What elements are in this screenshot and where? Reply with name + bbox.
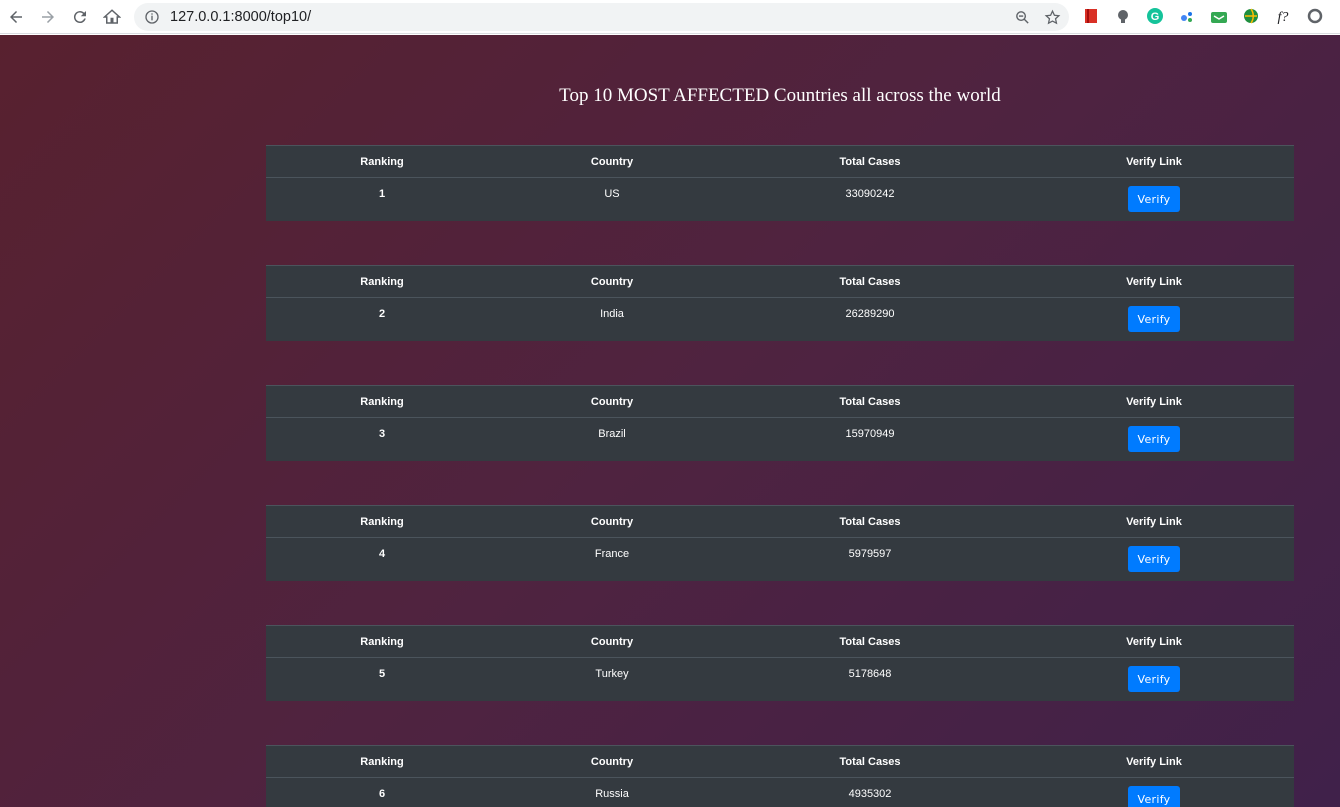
total-cases-cell: 26289290 — [845, 308, 895, 320]
arrow-left-icon — [10, 10, 22, 23]
column-header-total-cases: Total Cases — [839, 276, 901, 288]
country-cell: Turkey — [595, 668, 629, 680]
column-header-country: Country — [590, 276, 634, 288]
table-row: 1 US 33090242 Verify — [266, 178, 1294, 220]
column-header-verify-link: Verify Link — [1126, 756, 1182, 768]
column-header-ranking: Ranking — [360, 276, 404, 288]
svg-text:f?: f? — [1278, 10, 1289, 25]
zoom-icon[interactable] — [1013, 8, 1031, 26]
home-icon — [103, 8, 121, 24]
column-header-total-cases: Total Cases — [839, 156, 901, 168]
verify-button[interactable]: Verify — [1128, 786, 1180, 807]
reload-button[interactable] — [64, 1, 96, 33]
column-header-verify-link: Verify Link — [1126, 156, 1182, 168]
table-header-row: Ranking Country Total Cases Verify Link — [266, 625, 1294, 658]
country-table: Ranking Country Total Cases Verify Link … — [266, 505, 1294, 581]
column-header-total-cases: Total Cases — [839, 396, 901, 408]
site-info-icon[interactable] — [144, 9, 160, 25]
address-bar[interactable]: 127.0.0.1:8000/top10/ — [134, 3, 1069, 31]
column-header-verify-link: Verify Link — [1126, 276, 1182, 288]
total-cases-cell: 33090242 — [845, 188, 895, 200]
column-header-verify-link: Verify Link — [1126, 636, 1182, 648]
book-extension-icon[interactable] — [1080, 5, 1102, 27]
svg-text:G: G — [1151, 11, 1160, 23]
table-row: 2 India 26289290 Verify — [266, 298, 1294, 340]
lightbulb-extension-icon[interactable] — [1112, 5, 1134, 27]
country-cell: India — [600, 308, 624, 320]
verify-button[interactable]: Verify — [1128, 426, 1180, 452]
column-header-country: Country — [590, 636, 634, 648]
extensions-bar: G f? — [1080, 5, 1326, 27]
column-header-total-cases: Total Cases — [839, 756, 901, 768]
table-header-row: Ranking Country Total Cases Verify Link — [266, 745, 1294, 778]
bookmark-star-icon[interactable] — [1043, 8, 1061, 26]
table-row: 3 Brazil 15970949 Verify — [266, 418, 1294, 460]
table-row: 6 Russia 4935302 Verify — [266, 778, 1294, 807]
country-cell: US — [604, 188, 620, 200]
table-header-row: Ranking Country Total Cases Verify Link — [266, 505, 1294, 538]
country-table: Ranking Country Total Cases Verify Link … — [266, 385, 1294, 461]
rank-cell: 4 — [378, 548, 386, 560]
table-header-row: Ranking Country Total Cases Verify Link — [266, 385, 1294, 418]
column-header-country: Country — [590, 516, 634, 528]
rank-cell: 1 — [378, 188, 386, 200]
total-cases-cell: 15970949 — [845, 428, 895, 440]
fquestion-extension-icon[interactable]: f? — [1272, 5, 1294, 27]
country-table: Ranking Country Total Cases Verify Link … — [266, 745, 1294, 807]
globe-extension-icon[interactable] — [1240, 5, 1262, 27]
rank-cell: 6 — [378, 788, 386, 800]
home-button[interactable] — [96, 1, 128, 33]
column-header-ranking: Ranking — [360, 756, 404, 768]
column-header-country: Country — [590, 756, 634, 768]
verify-button[interactable]: Verify — [1128, 306, 1180, 332]
page-body: Top 10 MOST AFFECTED Countries all acros… — [0, 35, 1340, 807]
column-header-ranking: Ranking — [360, 636, 404, 648]
country-table: Ranking Country Total Cases Verify Link … — [266, 145, 1294, 221]
column-header-country: Country — [590, 396, 634, 408]
column-header-total-cases: Total Cases — [839, 516, 901, 528]
total-cases-cell: 4935302 — [848, 788, 892, 800]
arrow-right-icon — [42, 10, 54, 23]
total-cases-cell: 5979597 — [848, 548, 892, 560]
country-table: Ranking Country Total Cases Verify Link … — [266, 625, 1294, 701]
rank-cell: 5 — [378, 668, 386, 680]
table-row: 4 France 5979597 Verify — [266, 538, 1294, 580]
back-button[interactable] — [0, 1, 32, 33]
forward-button[interactable] — [32, 1, 64, 33]
page-title: Top 10 MOST AFFECTED Countries all acros… — [559, 85, 1001, 106]
column-header-verify-link: Verify Link — [1126, 516, 1182, 528]
reload-icon — [73, 10, 86, 23]
verify-button[interactable]: Verify — [1128, 546, 1180, 572]
country-cell: Brazil — [598, 428, 626, 440]
country-cell: France — [594, 548, 630, 560]
verify-button[interactable]: Verify — [1128, 186, 1180, 212]
column-header-verify-link: Verify Link — [1126, 396, 1182, 408]
column-header-country: Country — [590, 156, 634, 168]
rank-cell: 3 — [378, 428, 386, 440]
table-header-row: Ranking Country Total Cases Verify Link — [266, 145, 1294, 178]
column-header-total-cases: Total Cases — [839, 636, 901, 648]
column-header-ranking: Ranking — [360, 156, 404, 168]
table-header-row: Ranking Country Total Cases Verify Link — [266, 265, 1294, 298]
table-row: 5 Turkey 5178648 Verify — [266, 658, 1294, 700]
column-header-ranking: Ranking — [360, 516, 404, 528]
inbox-extension-icon[interactable] — [1208, 5, 1230, 27]
browser-toolbar: 127.0.0.1:8000/top10/ G f? — [0, 0, 1340, 34]
column-header-ranking: Ranking — [360, 396, 404, 408]
country-table: Ranking Country Total Cases Verify Link … — [266, 265, 1294, 341]
circle-extension-icon[interactable] — [1304, 5, 1326, 27]
verify-button[interactable]: Verify — [1128, 666, 1180, 692]
url-text: 127.0.0.1:8000/top10/ — [170, 9, 312, 25]
total-cases-cell: 5178648 — [848, 668, 892, 680]
country-cell: Russia — [595, 788, 629, 800]
grammarly-extension-icon[interactable]: G — [1144, 5, 1166, 27]
dots-extension-icon[interactable] — [1176, 5, 1198, 27]
rank-cell: 2 — [378, 308, 386, 320]
